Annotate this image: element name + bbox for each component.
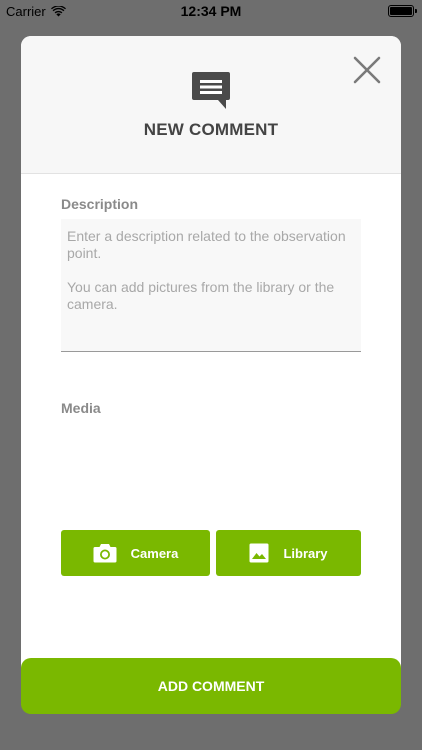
media-label: Media [61,400,101,416]
description-label: Description [61,196,139,212]
modal-title: NEW COMMENT [143,120,279,139]
add-comment-button[interactable]: ADD COMMENT [21,658,401,714]
status-bar: Carrier 12:34 PM [0,0,422,22]
close-icon [353,56,381,84]
camera-button-label: Camera [130,545,179,561]
camera-button[interactable]: Camera [61,530,210,576]
image-icon [249,543,269,563]
status-time: 12:34 PM [180,3,242,19]
description-input[interactable] [61,219,361,352]
camera-icon [93,544,117,563]
close-button[interactable] [351,54,383,86]
comment-icon [192,72,230,109]
new-comment-modal: NEW COMMENT Description Media Camera Lib… [21,36,401,712]
library-button[interactable]: Library [216,530,361,576]
battery-icon [388,5,417,17]
modal-header: NEW COMMENT [21,36,401,174]
library-button-label: Library [283,545,328,561]
